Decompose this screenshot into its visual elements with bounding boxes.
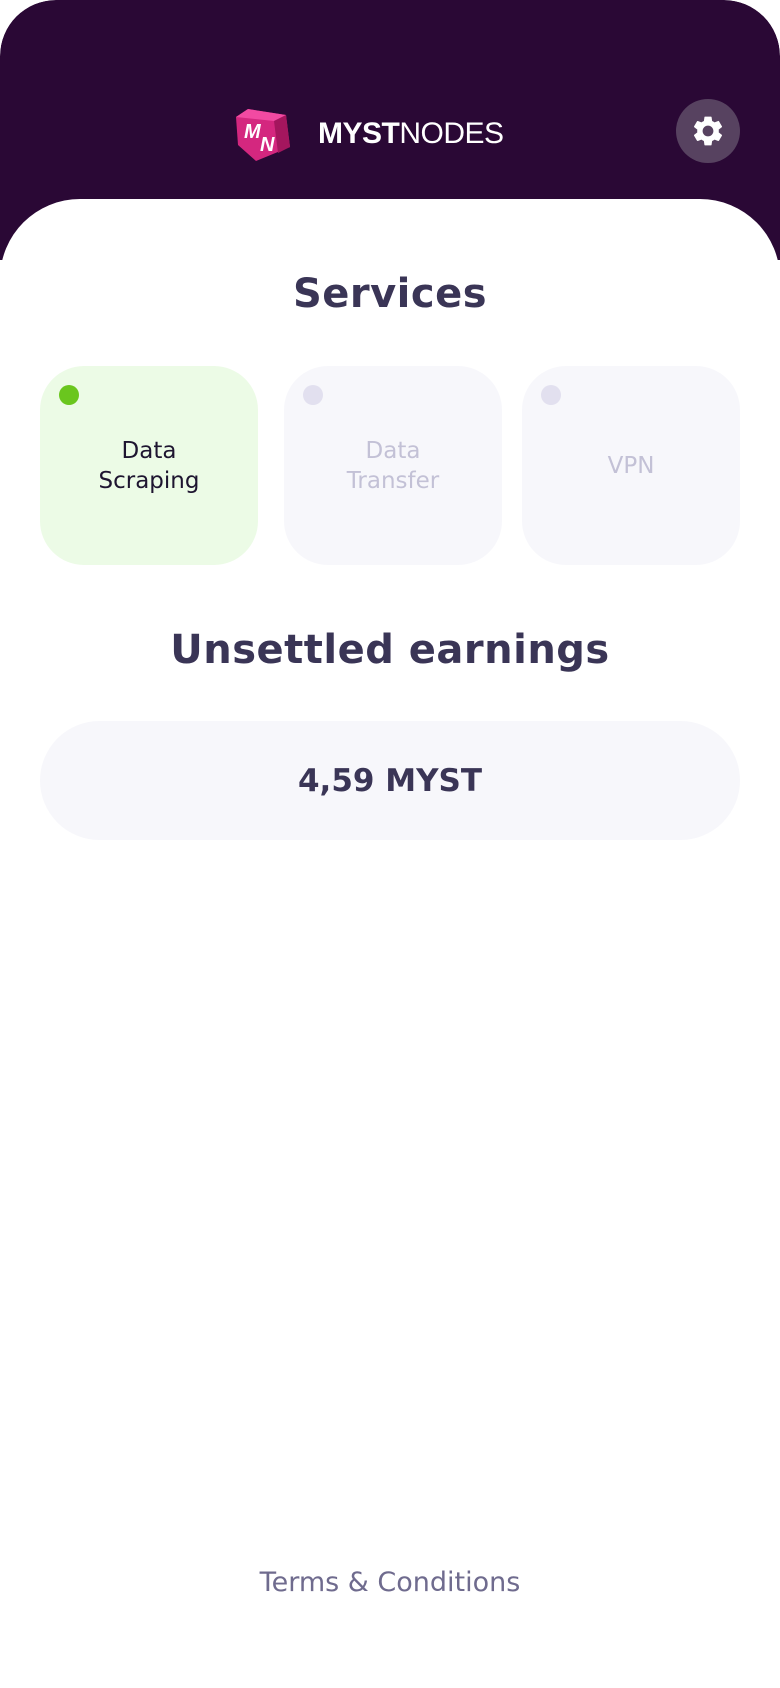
- app-screen: M N MYSTNODES Services Data Scraping Dat…: [0, 0, 780, 1688]
- main-content: Services Data Scraping Data Transfer VPN…: [0, 199, 780, 1688]
- service-card-label: Data Transfer: [346, 437, 440, 494]
- service-card-data-transfer[interactable]: Data Transfer: [284, 366, 502, 565]
- service-card-data-scraping[interactable]: Data Scraping: [40, 366, 258, 565]
- earnings-title: Unsettled earnings: [170, 627, 610, 673]
- mystnodes-logo: M N: [236, 109, 290, 161]
- brand-name-light: NODES: [399, 117, 504, 150]
- service-card-label: VPN: [607, 452, 655, 479]
- earnings-value: 4,59 MYST: [297, 762, 483, 799]
- brand-name: MYSTNODES: [318, 117, 504, 151]
- logo-letter-n: N: [260, 134, 275, 156]
- brand: M N MYSTNODES: [234, 104, 504, 164]
- status-dot-inactive: [303, 385, 323, 405]
- services-title: Services: [292, 271, 488, 317]
- status-dot-inactive: [541, 385, 561, 405]
- service-card-vpn[interactable]: VPN: [522, 366, 740, 565]
- terms-link[interactable]: Terms & Conditions: [0, 1567, 780, 1598]
- settings-button[interactable]: [676, 99, 740, 163]
- gear-icon: [693, 116, 723, 146]
- service-cards: Data Scraping Data Transfer VPN: [40, 366, 740, 565]
- service-card-label: Data Scraping: [98, 437, 200, 494]
- brand-name-bold: MYST: [318, 117, 400, 150]
- earnings-value-box: 4,59 MYST: [40, 721, 740, 840]
- status-dot-active: [59, 385, 79, 405]
